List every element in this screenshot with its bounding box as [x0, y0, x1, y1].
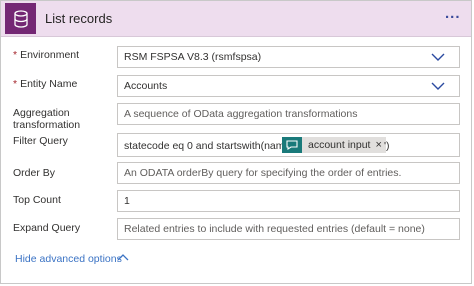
- hide-advanced-options-link[interactable]: Hide advanced options: [15, 253, 122, 265]
- chevron-down-icon: [431, 82, 445, 90]
- aggregation-label-line2: transformation: [13, 119, 81, 131]
- required-marker: *: [13, 49, 18, 61]
- aggregation-placeholder: A sequence of OData aggregation transfor…: [124, 108, 358, 120]
- aggregation-label: Aggregation transformation: [13, 107, 80, 131]
- card-title: List records: [45, 11, 113, 26]
- filter-query-label: Filter Query: [13, 135, 68, 147]
- entity-name-value: Accounts: [124, 80, 168, 92]
- environment-label-text: Environment: [20, 49, 80, 61]
- entity-name-dropdown[interactable]: Accounts: [117, 75, 460, 97]
- environment-dropdown[interactable]: RSM FSPSA V8.3 (rsmfspsa): [117, 46, 460, 68]
- token-close-icon[interactable]: ×: [375, 137, 381, 153]
- action-card: List records ... * Environment RSM FSPSA …: [0, 0, 472, 284]
- aggregation-label-line1: Aggregation: [13, 107, 70, 119]
- entity-name-label: * Entity Name: [13, 78, 77, 90]
- database-icon: [5, 3, 36, 34]
- environment-label: * Environment: [13, 49, 79, 61]
- order-by-placeholder: An ODATA orderBy query for specifying th…: [124, 167, 402, 179]
- filter-query-input[interactable]: statecode eq 0 and startswith(name, ' ac…: [117, 133, 460, 157]
- chevron-up-icon[interactable]: [117, 252, 129, 262]
- dynamic-content-token[interactable]: account input ×: [282, 137, 386, 153]
- required-marker: *: [13, 78, 18, 90]
- top-count-label: Top Count: [13, 194, 61, 206]
- expand-query-input[interactable]: Related entries to include with requeste…: [117, 218, 460, 240]
- order-by-input[interactable]: An ODATA orderBy query for specifying th…: [117, 162, 460, 184]
- expand-query-label: Expand Query: [13, 222, 81, 234]
- expand-query-placeholder: Related entries to include with requeste…: [124, 223, 425, 235]
- entity-name-label-text: Entity Name: [20, 78, 78, 90]
- environment-value: RSM FSPSA V8.3 (rsmfspsa): [124, 51, 262, 63]
- filter-query-text: statecode eq 0 and startswith(name, ': [124, 140, 299, 152]
- order-by-label: Order By: [13, 167, 56, 179]
- chevron-down-icon: [431, 53, 445, 61]
- filter-query-suffix: '): [384, 140, 390, 152]
- top-count-input[interactable]: 1: [117, 190, 460, 212]
- more-options-button[interactable]: ...: [445, 6, 467, 27]
- token-label: account input: [308, 139, 371, 151]
- aggregation-input[interactable]: A sequence of OData aggregation transfor…: [117, 103, 460, 125]
- dynamic-content-icon: [282, 137, 302, 153]
- top-count-value: 1: [124, 195, 130, 207]
- card-header[interactable]: List records ...: [1, 1, 471, 37]
